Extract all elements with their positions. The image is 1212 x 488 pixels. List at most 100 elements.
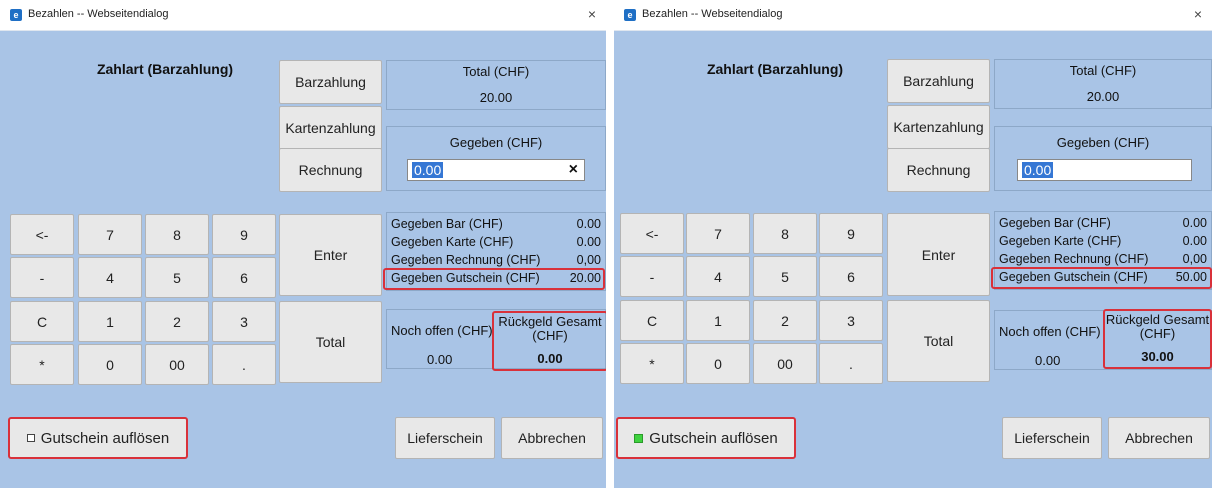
payment-dialog-before: e Bezahlen -- Webseitendialog × Zahlart … [0, 0, 608, 488]
gutschein-aufloesen-label: Gutschein auflösen [649, 429, 778, 447]
summary-label: Gegeben Karte (CHF) [391, 235, 514, 249]
clear-input-icon[interactable]: × [569, 161, 578, 179]
key-backspace[interactable]: <- [620, 213, 684, 254]
checkbox-checked-icon [634, 433, 644, 443]
summary-value: 0,00 [1182, 252, 1207, 266]
summary-value: 0.00 [576, 235, 601, 249]
key-6[interactable]: 6 [212, 257, 276, 298]
gutschein-row-highlight [991, 267, 1212, 289]
gegeben-label: Gegeben (CHF) [1056, 135, 1150, 150]
key-4[interactable]: 4 [78, 257, 142, 298]
kartenzahlung-button[interactable]: Kartenzahlung [279, 106, 382, 150]
total-panel: Total (CHF) 20.00 [386, 60, 606, 110]
rueckgeld-box: Rückgeld Gesamt (CHF) 30.00 [1103, 309, 1212, 369]
total-value: 20.00 [479, 90, 513, 105]
rueckgeld-value: 30.00 [1141, 349, 1174, 364]
summary-value: 0,00 [576, 253, 601, 267]
payment-mode-heading: Zahlart (Barzahlung) [96, 61, 234, 77]
key-6[interactable]: 6 [819, 256, 883, 297]
key-8[interactable]: 8 [145, 214, 209, 255]
gutschein-row-highlight [383, 268, 605, 290]
key-00[interactable]: 00 [145, 344, 209, 385]
key-clear[interactable]: C [620, 300, 684, 341]
barzahlung-button[interactable]: Barzahlung [279, 60, 382, 104]
total-panel: Total (CHF) 20.00 [994, 59, 1212, 109]
key-minus[interactable]: - [620, 256, 684, 297]
close-icon[interactable]: × [588, 6, 596, 22]
key-minus[interactable]: - [10, 257, 74, 298]
summary-row-karte: Gegeben Karte (CHF) 0.00 [391, 235, 601, 252]
gegeben-panel: Gegeben (CHF) 0.00 [994, 126, 1212, 191]
ie-icon: e [10, 9, 22, 21]
kartenzahlung-button[interactable]: Kartenzahlung [887, 105, 990, 149]
total-label: Total (CHF) [462, 64, 530, 79]
gegeben-input[interactable]: 0.00 [1017, 159, 1192, 181]
key-decimal[interactable]: . [819, 343, 883, 384]
key-5[interactable]: 5 [753, 256, 817, 297]
key-9[interactable]: 9 [819, 213, 883, 254]
barzahlung-button[interactable]: Barzahlung [887, 59, 990, 103]
noch-offen-label: Noch offen (CHF) [391, 323, 493, 338]
rueckgeld-value: 0.00 [537, 351, 563, 366]
screenshot-divider [606, 0, 614, 488]
summary-label: Gegeben Rechnung (CHF) [999, 252, 1149, 266]
checkbox-icon [26, 434, 35, 442]
enter-button[interactable]: Enter [887, 213, 990, 296]
summary-row-bar: Gegeben Bar (CHF) 0.00 [391, 217, 601, 234]
key-9[interactable]: 9 [212, 214, 276, 255]
key-1[interactable]: 1 [686, 300, 750, 341]
key-8[interactable]: 8 [753, 213, 817, 254]
summary-label: Gegeben Bar (CHF) [391, 217, 503, 231]
key-7[interactable]: 7 [686, 213, 750, 254]
key-multiply[interactable]: * [620, 343, 684, 384]
summary-row-bar: Gegeben Bar (CHF) 0.00 [999, 216, 1207, 233]
total-button[interactable]: Total [887, 300, 990, 382]
rueckgeld-label: Rückgeld Gesamt (CHF) [498, 314, 602, 343]
title-bar: e Bezahlen -- Webseitendialog × [614, 0, 1212, 31]
noch-offen-label: Noch offen (CHF) [999, 324, 1101, 339]
key-multiply[interactable]: * [10, 344, 74, 385]
gutschein-aufloesen-button[interactable]: Gutschein auflösen [616, 417, 796, 459]
rueckgeld-box: Rückgeld Gesamt (CHF) 0.00 [492, 311, 608, 371]
key-0[interactable]: 0 [686, 343, 750, 384]
key-decimal[interactable]: . [212, 344, 276, 385]
key-00[interactable]: 00 [753, 343, 817, 384]
key-0[interactable]: 0 [78, 344, 142, 385]
gutschein-aufloesen-button[interactable]: Gutschein auflösen [8, 417, 188, 459]
total-button[interactable]: Total [279, 301, 382, 383]
key-3[interactable]: 3 [819, 300, 883, 341]
close-icon[interactable]: × [1194, 6, 1202, 22]
gegeben-input-value: 0.00 [412, 162, 444, 178]
abbrechen-button[interactable]: Abbrechen [1108, 417, 1210, 459]
key-3[interactable]: 3 [212, 301, 276, 342]
enter-button[interactable]: Enter [279, 214, 382, 296]
summary-value: 0.00 [1182, 234, 1207, 248]
summary-value: 0.00 [576, 217, 601, 231]
key-backspace[interactable]: <- [10, 214, 74, 255]
gegeben-input[interactable]: 0.00 × [407, 159, 585, 181]
rechnung-button[interactable]: Rechnung [887, 148, 990, 192]
gegeben-input-value: 0.00 [1022, 162, 1054, 178]
key-7[interactable]: 7 [78, 214, 142, 255]
gegeben-label: Gegeben (CHF) [449, 135, 543, 150]
lieferschein-button[interactable]: Lieferschein [1002, 417, 1102, 459]
lieferschein-button[interactable]: Lieferschein [395, 417, 495, 459]
noch-offen-value: 0.00 [1035, 353, 1061, 368]
total-label: Total (CHF) [1069, 63, 1137, 78]
rechnung-button[interactable]: Rechnung [279, 148, 382, 192]
key-clear[interactable]: C [10, 301, 74, 342]
key-2[interactable]: 2 [145, 301, 209, 342]
ie-icon: e [624, 9, 636, 21]
summary-label: Gegeben Karte (CHF) [999, 234, 1122, 248]
key-2[interactable]: 2 [753, 300, 817, 341]
payment-mode-heading: Zahlart (Barzahlung) [706, 61, 844, 77]
total-value: 20.00 [1086, 89, 1120, 104]
key-4[interactable]: 4 [686, 256, 750, 297]
abbrechen-button[interactable]: Abbrechen [501, 417, 603, 459]
summary-label: Gegeben Bar (CHF) [999, 216, 1111, 230]
key-5[interactable]: 5 [145, 257, 209, 298]
title-bar: e Bezahlen -- Webseitendialog × [0, 0, 606, 31]
payment-dialog-after: e Bezahlen -- Webseitendialog × Zahlart … [614, 0, 1212, 488]
key-1[interactable]: 1 [78, 301, 142, 342]
window-title: Bezahlen -- Webseitendialog [642, 8, 783, 20]
